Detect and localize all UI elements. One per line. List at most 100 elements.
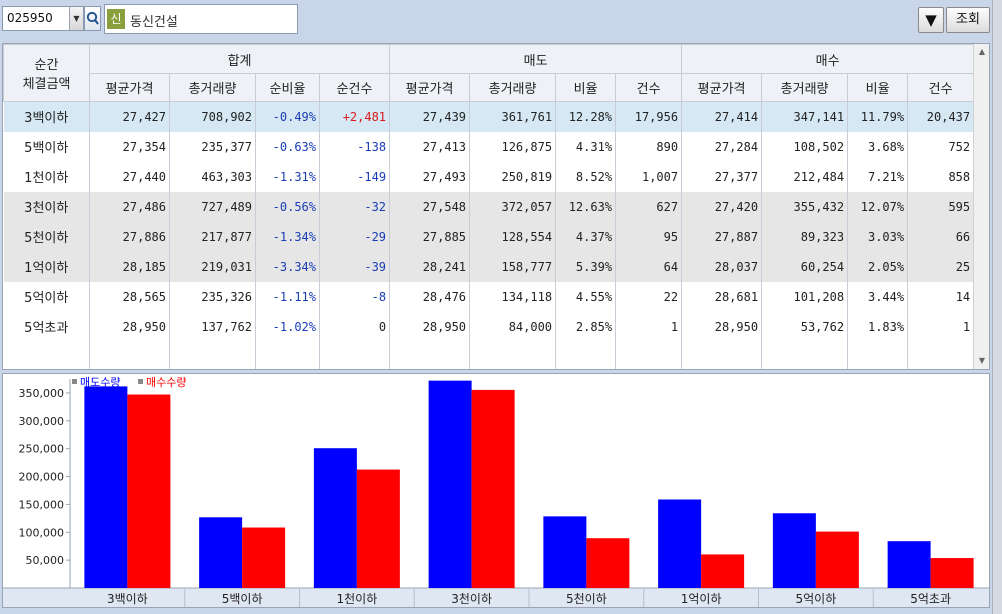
table-row[interactable]: 3백이하 27,427 708,902 -0.49% +2,481 27,439 361,7… [3, 101, 975, 132]
table-cell: -8 [319, 281, 391, 312]
table-cell: 27,886 [89, 221, 170, 252]
empty-cell [255, 341, 320, 369]
table-cell: 235,377 [169, 131, 256, 162]
x-tick-label: 1억이하 [681, 592, 722, 606]
table-cell: 2.85% [555, 311, 617, 342]
table-row[interactable]: 5천이하 27,886 217,877 -1.34% -29 27,885 128,554 4… [3, 221, 975, 252]
table-cell: 14 [907, 281, 975, 312]
table-cell: 347,141 [761, 101, 849, 132]
buy-volume-bar [471, 389, 515, 588]
table-cell: 95 [615, 221, 683, 252]
empty-cell [761, 341, 849, 369]
table-cell: 2.05% [847, 251, 909, 282]
table-cell: 4.37% [555, 221, 617, 252]
x-tick-label: 3백이하 [107, 592, 148, 606]
chart-panel: 50,000 100,000 150,000 200,000 250,000 300,00… [2, 373, 990, 608]
y-tick-label: 250,000 [19, 443, 65, 456]
y-tick-label: 150,000 [19, 498, 65, 511]
buy-volume-bar [586, 538, 630, 588]
buy-volume-bar [701, 554, 745, 588]
table-cell: 12.63% [555, 191, 617, 222]
empty-cell [169, 341, 256, 369]
table-cell: 60,254 [761, 251, 849, 282]
empty-cell [907, 341, 975, 369]
sell-volume-bar [199, 517, 243, 588]
table-cell: 1 [615, 311, 683, 342]
side-strip [992, 0, 1002, 614]
table-cell: 4.31% [555, 131, 617, 162]
empty-cell [3, 341, 90, 369]
corner-header: 순간 체결금액 [3, 44, 90, 102]
table-cell: 28,565 [89, 281, 170, 312]
dropdown-button[interactable]: ▼ [918, 7, 944, 33]
table-cell: 3.03% [847, 221, 909, 252]
table-row[interactable]: 5억초과 28,950 137,762 -1.02% 0 28,950 84,000 2.85… [3, 311, 975, 342]
table-row[interactable]: 5억이하 28,565 235,326 -1.11% -8 28,476 134,118 4.… [3, 281, 975, 312]
empty-cell [681, 341, 763, 369]
sell-volume-bar [313, 448, 357, 588]
table-row[interactable]: 1억이하 28,185 219,031 -3.34% -39 28,241 158,777 5… [3, 251, 975, 282]
table-cell: 126,875 [469, 131, 557, 162]
table-cell: 217,877 [169, 221, 256, 252]
table-cell: 66 [907, 221, 975, 252]
table-cell: 219,031 [169, 251, 256, 282]
query-button[interactable]: 조회 [946, 7, 990, 33]
table-cell: 27,413 [389, 131, 471, 162]
table-cell: 27,887 [681, 221, 763, 252]
table-cell: -39 [319, 251, 391, 282]
table-row[interactable]: 3천이하 27,486 727,489 -0.56% -32 27,548 372,057 1… [3, 191, 975, 222]
new-listing-badge: 신 [107, 9, 125, 29]
column-header: 순건수 [318, 73, 391, 102]
table-cell: 1.83% [847, 311, 909, 342]
table-cell: -1.02% [255, 311, 320, 342]
column-header: 순비율 [255, 73, 320, 102]
table-cell: 27,885 [389, 221, 471, 252]
table-cell: +2,481 [319, 101, 391, 132]
sell-volume-bar [772, 513, 816, 588]
sell-volume-bar [887, 541, 931, 588]
group-header-buy: 매수 [681, 44, 975, 74]
table-cell: 708,902 [169, 101, 256, 132]
column-header: 비율 [847, 73, 909, 102]
table-cell: 27,284 [681, 131, 763, 162]
search-button[interactable] [84, 6, 101, 31]
table-cell: -138 [319, 131, 391, 162]
table-cell: 28,950 [681, 311, 763, 342]
column-header: 총거래량 [169, 73, 256, 102]
table-cell: 22 [615, 281, 683, 312]
row-label: 5천이하 [3, 221, 90, 252]
column-header: 건수 [907, 73, 975, 102]
scroll-down-icon[interactable]: ▼ [974, 353, 989, 369]
table-cell: 7.21% [847, 161, 909, 192]
chevron-down-icon[interactable]: ▼ [69, 7, 83, 30]
row-label: 3백이하 [3, 101, 90, 132]
table-cell: 134,118 [469, 281, 557, 312]
table-cell: 25 [907, 251, 975, 282]
table-cell: -0.56% [255, 191, 320, 222]
row-label: 5백이하 [3, 131, 90, 162]
table-row[interactable]: 1천이하 27,440 463,303 -1.31% -149 27,493 250,819… [3, 161, 975, 192]
x-tick-label: 3천이하 [451, 591, 492, 606]
table-cell: 12.07% [847, 191, 909, 222]
table-cell: -149 [319, 161, 391, 192]
empty-cell [89, 341, 170, 369]
scroll-up-icon[interactable]: ▲ [974, 44, 989, 60]
volume-bar-chart: 50,000 100,000 150,000 200,000 250,000 300,00… [3, 376, 989, 607]
stock-name-field[interactable]: 신 동신건설 [104, 4, 298, 34]
table-cell: 858 [907, 161, 975, 192]
table-row[interactable]: 5백이하 27,354 235,377 -0.63% -138 27,413 126,875… [3, 131, 975, 162]
table-cell: 53,762 [761, 311, 849, 342]
vertical-scrollbar[interactable]: ▲ ▼ [973, 44, 989, 369]
table-cell: 27,427 [89, 101, 170, 132]
table-cell: 0 [319, 311, 391, 342]
y-tick-label: 350,000 [19, 387, 65, 400]
y-tick-label: 50,000 [26, 554, 65, 567]
x-axis-band [3, 588, 989, 607]
table-cell: 64 [615, 251, 683, 282]
table-cell: 212,484 [761, 161, 849, 192]
stock-code-input[interactable]: 025950 ▼ [2, 6, 84, 31]
corner-header-line2: 체결금액 [22, 77, 71, 92]
stock-code-value: 025950 [7, 11, 53, 25]
table-cell: 12.28% [555, 101, 617, 132]
stock-name: 동신건설 [130, 15, 178, 30]
